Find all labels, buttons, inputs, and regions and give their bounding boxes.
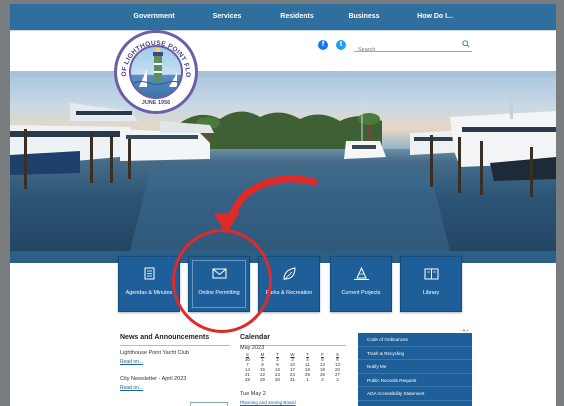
calendar-grid: S M T W T F S 30 1 2 3 4 5 6 7 8 9 10 11 12 13 14 15 16 17 18 19 20… <box>240 352 348 382</box>
calendar-day[interactable]: 2 <box>315 377 330 382</box>
tile-library[interactable]: Library <box>400 256 462 312</box>
tile-agendas-minutes[interactable]: Agendas & Minutes <box>118 256 180 312</box>
nav-government[interactable]: Government <box>122 4 186 30</box>
calendar-day[interactable]: 29 <box>255 377 270 382</box>
calendar-day[interactable]: 31 <box>285 377 300 382</box>
link-code-of-ordinances[interactable]: Code of Ordinances <box>358 333 472 347</box>
traffic-cone-icon <box>354 267 369 280</box>
news-read-more-link[interactable]: Read on... <box>120 385 143 391</box>
calendar-day[interactable]: 30 <box>270 377 285 382</box>
seal-date: JUNE 1956 <box>141 100 171 106</box>
calendar-event-date: Tue May 2 <box>240 391 266 397</box>
calendar-section-title: Calendar <box>240 334 270 341</box>
calendar-event-link[interactable]: Planning and Zoning Board <box>240 400 296 405</box>
news-divider <box>120 345 230 346</box>
sidebar-quick-links: Code of Ordinances Trash & Recycling Not… <box>358 333 472 406</box>
facebook-icon[interactable]: f <box>318 40 328 50</box>
tile-label: Library <box>422 290 440 296</box>
link-trash-recycling[interactable]: Trash & Recycling <box>358 347 472 360</box>
link-public-records-request[interactable]: Public Records Request <box>358 374 472 387</box>
top-navigation: Government Services Residents Business H… <box>10 4 556 30</box>
site-header <box>10 31 556 71</box>
document-icon <box>144 267 155 280</box>
tile-current-projects[interactable]: Current Projects <box>330 256 392 312</box>
tile-label: Agendas & Minutes <box>125 290 173 296</box>
city-seal-logo[interactable]: CITY OF LIGHTHOUSE POINT FLORIDA JUNE 19… <box>114 30 198 114</box>
seal-lighthouse-scene <box>129 45 183 99</box>
tile-label: Current Projects <box>341 290 381 296</box>
search-icon[interactable] <box>462 40 470 48</box>
nav-residents[interactable]: Residents <box>268 4 326 30</box>
news-headline[interactable]: City Newsletter - April 2023 <box>120 376 186 382</box>
calendar-month: May 2023 <box>240 345 265 351</box>
browser-page: Government Services Residents Business H… <box>10 4 556 406</box>
nav-services[interactable]: Services <box>198 4 256 30</box>
book-icon <box>424 268 439 280</box>
calendar-day[interactable]: 28 <box>240 377 255 382</box>
search-bar <box>354 38 472 57</box>
view-all-button[interactable] <box>190 402 228 406</box>
link-notify-me[interactable]: Notify Me <box>358 360 472 374</box>
news-headline[interactable]: Lighthouse Point Yacht Club <box>120 350 189 356</box>
news-section-title: News and Announcements <box>120 334 210 341</box>
twitter-icon[interactable]: t <box>336 40 346 50</box>
calendar-day[interactable]: 3 <box>330 377 345 382</box>
link-ada-accessibility[interactable]: ADA Accessibility Statement <box>358 387 472 401</box>
search-input[interactable] <box>354 43 454 57</box>
calendar-widget: S M T W T F S 30 1 2 3 4 5 6 7 8 9 10 11 12 13 14 15 16 17 18 19 20… <box>240 352 348 382</box>
annotation-circle <box>172 229 272 333</box>
calendar-day[interactable]: 1 <box>300 377 315 382</box>
nav-how-do-i[interactable]: How Do I... <box>408 4 462 30</box>
news-read-more-link[interactable]: Read on... <box>120 359 143 365</box>
nav-business[interactable]: Business <box>338 4 390 30</box>
